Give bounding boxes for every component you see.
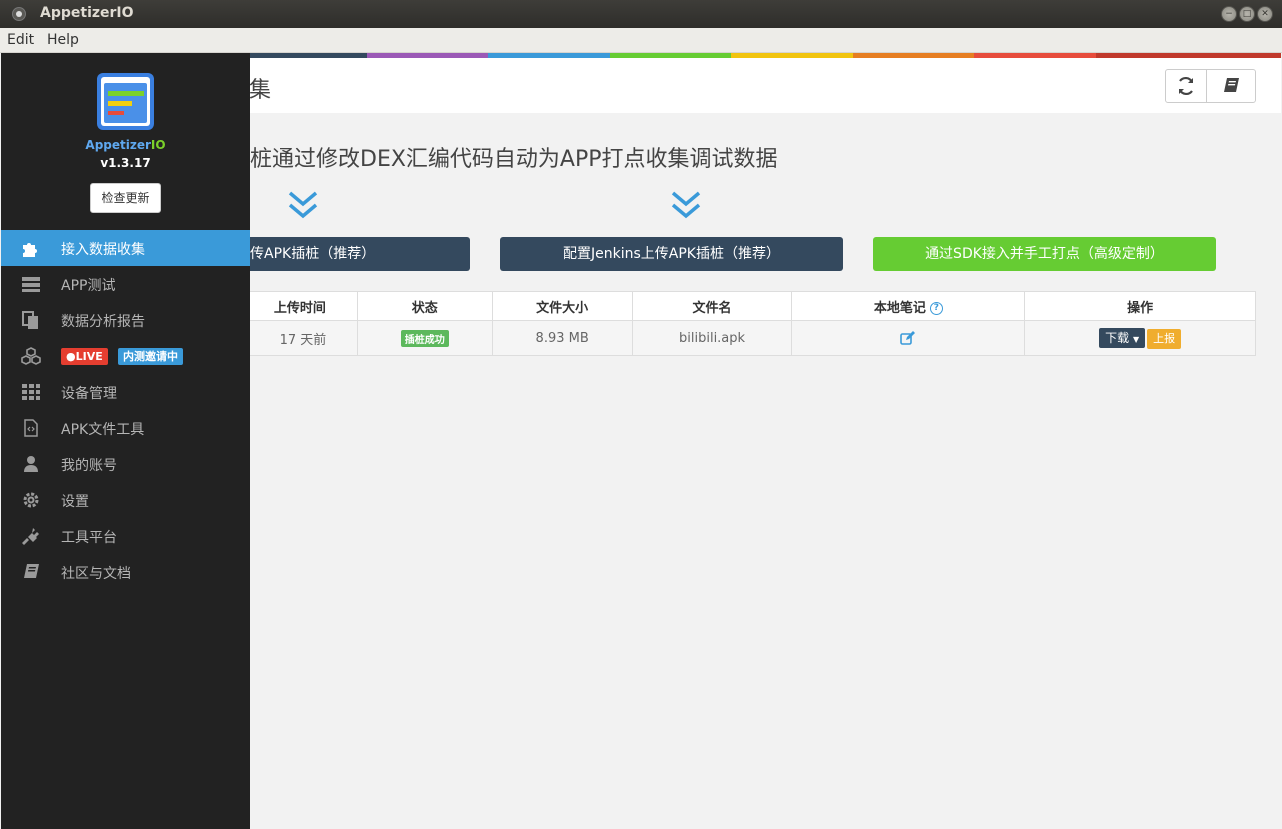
menu-bar: Edit Help <box>0 28 1282 53</box>
user-icon <box>24 456 38 472</box>
sidebar: AppetizerIO v1.3.17 检查更新 接入数据收集 APP测试 数据… <box>1 53 250 829</box>
cell-status: 插桩成功 <box>356 320 493 356</box>
table-header-row: 上传时间 状态 文件大小 文件名 本地笔记? 操作 <box>250 291 1256 321</box>
files-icon <box>22 311 38 329</box>
server-icon <box>22 277 40 292</box>
brand-name: AppetizerIO <box>1 138 250 152</box>
sidebar-item-label: 工具平台 <box>61 530 117 546</box>
download-label: 下载 <box>1105 330 1130 345</box>
download-button[interactable]: 下载 ▼ <box>1099 327 1146 348</box>
plug-icon <box>22 528 39 545</box>
sidebar-item-settings[interactable]: 设置 <box>1 482 250 518</box>
menu-help[interactable]: Help <box>47 32 79 48</box>
sidebar-item-live[interactable]: ●LIVE 内测邀请中 <box>1 338 250 374</box>
brand-suffix: IO <box>150 138 166 152</box>
book-icon <box>24 564 39 578</box>
cell-local-notes <box>791 320 1026 356</box>
beta-invite-badge: 内测邀请中 <box>118 348 183 365</box>
sidebar-item-app-test[interactable]: APP测试 <box>1 266 250 302</box>
col-local-notes-label: 本地笔记 <box>873 300 926 316</box>
sidebar-item-apk-tools[interactable]: APK文件工具 <box>1 410 250 446</box>
refresh-icon <box>1179 76 1193 96</box>
help-icon[interactable]: ? <box>929 301 943 315</box>
docs-button[interactable] <box>1206 69 1256 103</box>
edit-icon[interactable] <box>900 331 916 345</box>
sidebar-item-data-collection[interactable]: 接入数据收集 <box>1 230 250 266</box>
col-status: 状态 <box>356 291 493 321</box>
chevron-double-down-icon <box>288 191 318 219</box>
chevron-double-down-icon <box>671 191 701 219</box>
jenkins-upload-button[interactable]: 配置Jenkins上传APK插桩（推荐） <box>500 237 843 271</box>
title-bar: AppetizerIO − □ ✕ <box>0 0 1282 28</box>
cell-actions: 下载 ▼ 上报 <box>1024 320 1256 356</box>
sidebar-item-label: 接入数据收集 <box>61 242 145 258</box>
code-file-icon <box>24 419 38 437</box>
live-badge: ●LIVE <box>61 348 108 365</box>
window-title: AppetizerIO <box>40 5 134 21</box>
sidebar-item-label: 设备管理 <box>61 386 117 402</box>
page-title: 集 <box>250 78 272 103</box>
sidebar-item-label: 我的账号 <box>61 458 117 474</box>
col-actions: 操作 <box>1024 291 1256 321</box>
refresh-button[interactable] <box>1165 69 1207 103</box>
main-content: 集 桩通过修改DEX汇编代码自动为APP打点收集调试数据 传APK插桩（推荐） … <box>250 53 1281 829</box>
sdk-integration-button[interactable]: 通过SDK接入并手工打点（高级定制） <box>873 237 1216 271</box>
sidebar-item-tool-platform[interactable]: 工具平台 <box>1 518 250 554</box>
cell-upload-time: 17 天前 <box>250 320 358 356</box>
report-button[interactable]: 上报 <box>1147 328 1182 349</box>
puzzle-icon <box>23 243 37 257</box>
headline: 桩通过修改DEX汇编代码自动为APP打点收集调试数据 <box>250 147 778 172</box>
col-upload-time: 上传时间 <box>250 291 358 321</box>
upload-apk-button[interactable]: 传APK插桩（推荐） <box>250 237 470 271</box>
minimize-button[interactable]: − <box>1221 6 1237 22</box>
cubes-icon <box>21 347 41 365</box>
sidebar-item-label: APK文件工具 <box>61 422 145 438</box>
gear-icon <box>23 492 39 508</box>
sidebar-item-devices[interactable]: 设备管理 <box>1 374 250 410</box>
caret-down-icon: ▼ <box>1132 334 1140 344</box>
cell-file-name: bilibili.apk <box>631 320 793 356</box>
version-label: v1.3.17 <box>100 156 151 170</box>
sidebar-item-label: 设置 <box>61 494 89 510</box>
check-update-button[interactable]: 检查更新 <box>90 183 161 213</box>
book-icon <box>1224 78 1239 92</box>
sidebar-item-label: APP测试 <box>61 278 116 294</box>
app-icon <box>12 7 26 21</box>
sidebar-item-label: 数据分析报告 <box>61 314 145 330</box>
brand-main: Appetizer <box>85 138 151 152</box>
apk-table: 上传时间 状态 文件大小 文件名 本地笔记? 操作 17 天前 插桩成功 8.9… <box>250 291 1256 356</box>
maximize-button[interactable]: □ <box>1239 6 1255 22</box>
status-badge: 插桩成功 <box>400 329 449 347</box>
sidebar-item-account[interactable]: 我的账号 <box>1 446 250 482</box>
page-header: 集 <box>250 58 1281 113</box>
sidebar-item-reports[interactable]: 数据分析报告 <box>1 302 250 338</box>
sidebar-item-community-docs[interactable]: 社区与文档 <box>1 554 250 590</box>
cell-file-size: 8.93 MB <box>491 320 633 356</box>
table-row: 17 天前 插桩成功 8.93 MB bilibili.apk 下载 ▼ 上报 <box>250 320 1256 356</box>
sidebar-item-label: 社区与文档 <box>61 566 131 582</box>
menu-edit[interactable]: Edit <box>7 32 34 48</box>
appetizer-logo <box>97 73 154 130</box>
grid-icon <box>22 384 40 400</box>
col-file-size: 文件大小 <box>491 291 633 321</box>
col-local-notes: 本地笔记? <box>791 291 1026 321</box>
col-file-name: 文件名 <box>631 291 793 321</box>
close-button[interactable]: ✕ <box>1257 6 1273 22</box>
